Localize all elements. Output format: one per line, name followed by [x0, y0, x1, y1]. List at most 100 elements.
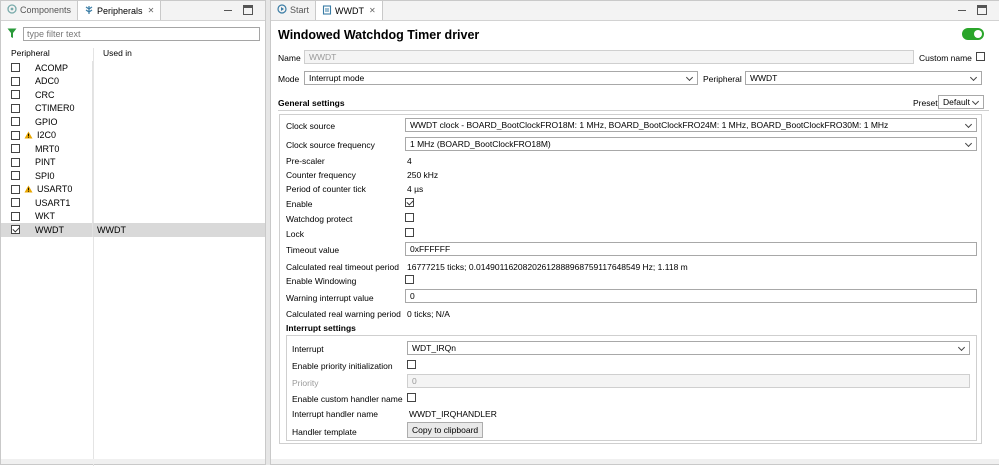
tab-peripherals[interactable]: Peripherals ✕ [77, 0, 162, 20]
peripheral-checkbox[interactable] [11, 90, 20, 100]
peripheral-cell: ADC0 [1, 74, 93, 88]
enable-toggle[interactable] [962, 28, 984, 40]
peripheral-checkbox[interactable] [11, 157, 20, 167]
list-item[interactable]: MRT0 [1, 142, 265, 156]
interrupt-settings-heading: Interrupt settings [286, 323, 356, 333]
close-icon[interactable]: ✕ [369, 6, 376, 15]
peripheral-checkbox[interactable] [11, 171, 20, 181]
clock-freq-select[interactable]: 1 MHz (BOARD_BootClockFRO18M) [405, 137, 977, 151]
list-item[interactable]: CRC [1, 88, 265, 102]
peripheral-checkbox[interactable] [11, 76, 20, 86]
peripheral-name: CRC [35, 89, 55, 100]
watchdog-protect-checkbox[interactable] [405, 213, 414, 222]
peripheral-name: MRT0 [35, 143, 60, 154]
tab-components[interactable]: Components [1, 0, 77, 20]
lock-checkbox[interactable] [405, 228, 414, 237]
page-title: Windowed Watchdog Timer driver [278, 28, 480, 42]
tab-wwdt[interactable]: WWDT ✕ [315, 0, 383, 20]
right-tab-bar: Start WWDT ✕ [271, 0, 999, 21]
tab-peripherals-label: Peripherals [97, 5, 143, 16]
maximize-icon[interactable] [977, 5, 987, 15]
custom-handler-checkbox[interactable] [407, 393, 416, 402]
windowing-checkbox[interactable] [405, 275, 414, 284]
list-item[interactable]: ADC0 [1, 74, 265, 88]
peripheral-cell: WKT [1, 209, 93, 223]
peripheral-cell: CTIMER0 [1, 101, 93, 115]
horizontal-scrollbar[interactable] [1, 459, 265, 464]
list-item[interactable]: SPI0 [1, 169, 265, 183]
mode-select[interactable]: Interrupt mode [304, 71, 698, 85]
list-item[interactable]: USART0 [1, 182, 265, 196]
start-icon [277, 4, 287, 16]
peripheral-cell: I2C0 [1, 128, 93, 142]
filter-icon[interactable] [7, 28, 17, 39]
peripheral-checkbox[interactable] [11, 184, 20, 194]
peripheral-checkbox[interactable] [11, 117, 20, 127]
priority-init-checkbox[interactable] [407, 360, 416, 369]
enable-label: Enable [286, 199, 313, 209]
peripheral-checkbox[interactable] [11, 225, 20, 235]
interrupt-select[interactable]: WDT_IRQn [407, 341, 970, 355]
peripherals-view: Components Peripherals ✕ type filter tex… [0, 0, 266, 466]
timeout-input[interactable]: 0xFFFFFF [405, 242, 977, 256]
windowing-label: Enable Windowing [286, 276, 357, 286]
left-tab-bar: Components Peripherals ✕ [1, 0, 265, 21]
tab-start[interactable]: Start [271, 0, 315, 20]
warning-value-input[interactable]: 0 [405, 289, 977, 303]
minimize-icon[interactable] [957, 5, 967, 15]
priority-init-label: Enable priority initialization [292, 361, 393, 371]
column-header-used-in[interactable]: Used in [93, 48, 132, 60]
peripherals-icon [84, 5, 94, 17]
peripheral-checkbox[interactable] [11, 144, 20, 154]
peripheral-name: WKT [35, 211, 55, 222]
preset-select[interactable]: Default [938, 95, 984, 109]
peripheral-checkbox[interactable] [11, 130, 20, 140]
lock-label: Lock [286, 229, 304, 239]
custom-name-label: Custom name [919, 53, 972, 63]
column-header-peripheral[interactable]: Peripheral [1, 48, 93, 60]
wwdt-editor: Start WWDT ✕ Windowed Watchdog Timer dri… [270, 0, 999, 465]
tab-wwdt-label: WWDT [335, 5, 365, 16]
peripheral-checkbox[interactable] [11, 63, 20, 73]
list-item[interactable]: WKT [1, 209, 265, 223]
peripheral-name: ADC0 [35, 76, 60, 87]
list-item[interactable]: ACOMP [1, 61, 265, 75]
clock-freq-label: Clock source frequency [286, 140, 375, 150]
peripheral-cell: PINT [1, 155, 93, 169]
peripheral-name: GPIO [35, 116, 58, 127]
list-item[interactable]: USART1 [1, 196, 265, 210]
peripheral-cell: USART1 [1, 196, 93, 210]
name-label: Name [278, 53, 301, 63]
left-view-controls [223, 5, 253, 15]
filter-input[interactable]: type filter text [23, 26, 260, 41]
period-value: 4 µs [407, 184, 424, 194]
custom-handler-label: Enable custom handler name [292, 394, 403, 404]
warning-icon [24, 131, 33, 139]
list-item[interactable]: PINT [1, 155, 265, 169]
list-item[interactable]: GPIO [1, 115, 265, 129]
used-in-cell: WWDT [97, 224, 126, 235]
filter-row: type filter text [7, 26, 260, 41]
warning-icon [24, 185, 33, 193]
enable-checkbox[interactable] [405, 198, 414, 207]
warning-value-label: Warning interrupt value [286, 293, 374, 303]
list-item[interactable]: WWDT WWDT [1, 223, 265, 237]
custom-name-checkbox[interactable] [976, 52, 985, 61]
peripheral-checkbox[interactable] [11, 211, 20, 221]
peripheral-cell: CRC [1, 88, 93, 102]
peripheral-name: WWDT [35, 224, 64, 235]
list-item[interactable]: CTIMER0 [1, 101, 265, 115]
clock-source-select[interactable]: WWDT clock - BOARD_BootClockFRO18M: 1 MH… [405, 118, 977, 132]
list-item[interactable]: I2C0 [1, 128, 265, 142]
peripheral-checkbox[interactable] [11, 198, 20, 208]
counter-freq-label: Counter frequency [286, 170, 356, 180]
wwdt-icon [322, 4, 332, 17]
horizontal-scrollbar[interactable] [271, 459, 999, 464]
peripheral-checkbox[interactable] [11, 103, 20, 113]
table-header: Peripheral Used in [1, 48, 265, 60]
minimize-icon[interactable] [223, 5, 233, 15]
close-icon[interactable]: ✕ [148, 6, 155, 15]
maximize-icon[interactable] [243, 5, 253, 15]
copy-to-clipboard-button[interactable]: Copy to clipboard [407, 422, 484, 438]
peripheral-select[interactable]: WWDT [745, 71, 982, 85]
